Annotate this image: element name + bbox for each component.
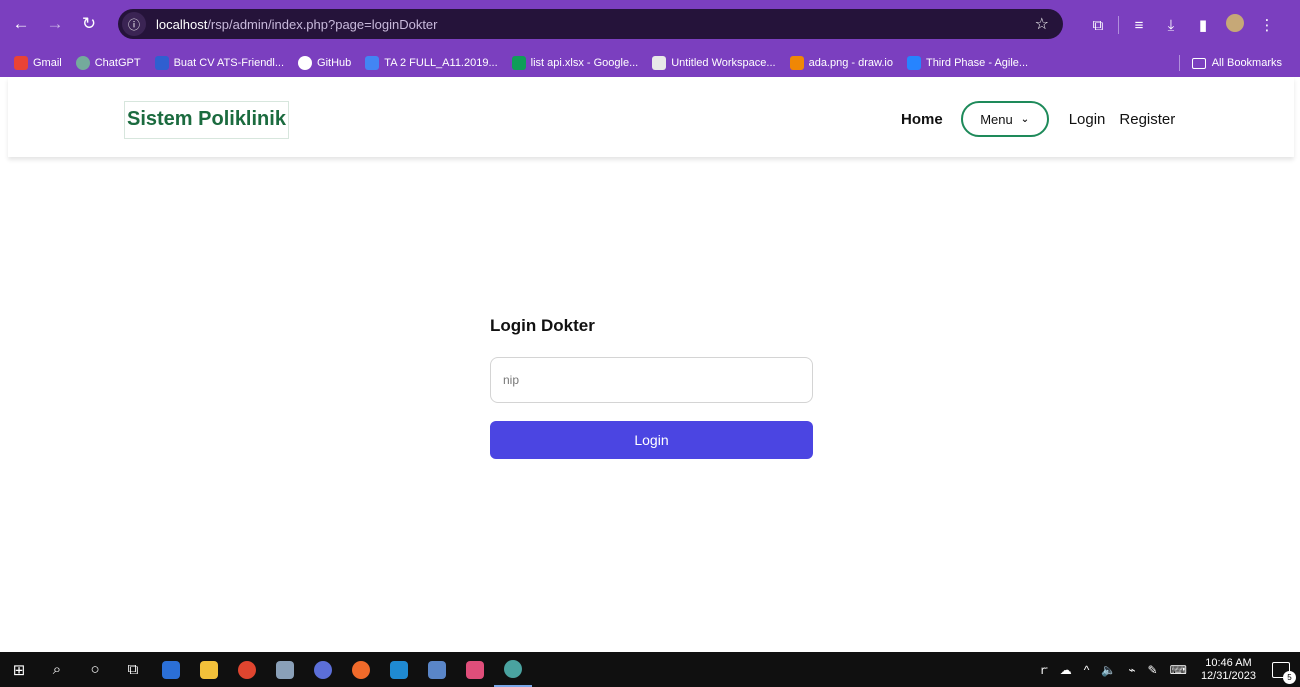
people-icon[interactable]: ꭈ (1041, 661, 1048, 678)
site-info-icon[interactable]: ⓘ (122, 12, 146, 36)
folder-icon (1191, 57, 1206, 69)
browser-chrome: ← → ↻ ⓘ localhost/rsp/admin/index.php?pa… (0, 0, 1300, 77)
bookmark-drawio[interactable]: ada.png - draw.io (789, 55, 893, 70)
search-icon[interactable]: ⌕ (38, 652, 76, 687)
app-icon-3[interactable] (304, 652, 342, 687)
os-taskbar: ⊞ ⌕ ○ ⧉ ꭈ ☁ ^ 🔈 ⌁ ✎ ⌨ 10:46 AM 12/31/202… (0, 652, 1300, 687)
toolbar-divider (1118, 16, 1119, 34)
toolbar-actions: ⧉ ≡ ⤓ ▮ ⋮ (1082, 14, 1283, 36)
bookmark-github[interactable]: GitHub (298, 55, 351, 70)
page-title: Login Dokter (490, 316, 595, 335)
chevron-up-icon[interactable]: ^ (1084, 663, 1090, 677)
nav-register-link[interactable]: Register (1119, 111, 1175, 128)
gmail-icon (14, 55, 28, 70)
google-sheets-icon (511, 55, 526, 70)
chrome-active-icon[interactable] (494, 652, 532, 687)
menu-label: Menu (980, 111, 1013, 127)
volume-icon[interactable]: 🔈 (1101, 663, 1116, 677)
bookmark-buat-cv[interactable]: Buat CV ATS-Friendl... (154, 55, 284, 70)
jira-icon (906, 55, 921, 70)
network-icon[interactable]: ⌁ (1128, 663, 1135, 677)
reading-list-icon[interactable]: ≡ (1123, 17, 1155, 34)
bookmark-untitled-workspace[interactable]: Untitled Workspace... (652, 55, 776, 70)
bookmarks-divider (1178, 55, 1180, 71)
bookmarks-bar: Gmail ChatGPT Buat CV ATS-Friendl... Git… (0, 48, 1300, 77)
weather-icon[interactable]: ☁ (1060, 663, 1072, 677)
github-icon (298, 55, 313, 70)
workspace-icon (652, 55, 667, 70)
cortana-icon[interactable]: ○ (76, 652, 114, 687)
site-header: Sistem Poliklinik Home Menu ⌄ Login Regi… (8, 77, 1294, 157)
chrome-icon[interactable] (228, 652, 266, 687)
nav-login-link[interactable]: Login (1069, 111, 1106, 128)
bookmark-star-icon[interactable]: ☆ (1035, 14, 1049, 34)
windows-start-icon[interactable]: ⊞ (0, 652, 38, 687)
extensions-icon[interactable]: ⧉ (1082, 17, 1114, 34)
browser-menu-icon[interactable]: ⋮ (1251, 16, 1283, 34)
app-icon-5[interactable] (418, 652, 456, 687)
url-text[interactable]: localhost/rsp/admin/index.php?page=login… (156, 17, 438, 32)
keyboard-icon[interactable]: ⌨ (1170, 663, 1187, 677)
chatgpt-icon (75, 55, 90, 70)
nip-input[interactable] (490, 357, 813, 403)
reload-icon[interactable]: ↻ (76, 14, 102, 34)
google-docs-icon (365, 55, 380, 70)
bookmark-gmail[interactable]: Gmail (14, 55, 62, 70)
menu-dropdown-button[interactable]: Menu ⌄ (960, 101, 1049, 137)
forward-icon[interactable]: → (42, 14, 68, 34)
bookmark-chatgpt[interactable]: ChatGPT (75, 55, 141, 70)
app-icon-1[interactable] (152, 652, 190, 687)
bookmark-ta2[interactable]: TA 2 FULL_A11.2019... (365, 55, 498, 70)
browser-toolbar: ← → ↻ ⓘ localhost/rsp/admin/index.php?pa… (0, 0, 1300, 48)
side-panel-icon[interactable]: ▮ (1187, 16, 1219, 34)
main-nav: Home Menu ⌄ Login Register (901, 101, 1189, 137)
file-explorer-icon[interactable] (190, 652, 228, 687)
chevron-down-icon: ⌄ (1020, 113, 1030, 125)
site-brand[interactable]: Sistem Poliklinik (124, 101, 289, 139)
notification-count: 5 (1283, 670, 1296, 684)
system-tray: ꭈ ☁ ^ 🔈 ⌁ ✎ ⌨ 10:46 AM 12/31/2023 5 (1029, 652, 1296, 687)
all-bookmarks[interactable]: All Bookmarks (1178, 55, 1282, 71)
address-bar[interactable]: ⓘ localhost/rsp/admin/index.php?page=log… (118, 9, 1063, 39)
vscode-icon[interactable] (380, 652, 418, 687)
cv-site-icon (154, 55, 169, 70)
download-icon[interactable]: ⤓ (1155, 17, 1187, 34)
app-icon-4[interactable] (342, 652, 380, 687)
notification-icon[interactable]: 5 (1272, 661, 1296, 684)
bookmark-third-phase[interactable]: Third Phase - Agile... (906, 55, 1028, 70)
back-icon[interactable]: ← (8, 14, 34, 34)
clock[interactable]: 10:46 AM 12/31/2023 (1201, 657, 1256, 683)
task-view-icon[interactable]: ⧉ (114, 652, 152, 687)
bookmark-list-api[interactable]: list api.xlsx - Google... (511, 55, 638, 70)
login-submit-button[interactable]: Login (490, 421, 813, 459)
pen-icon[interactable]: ✎ (1148, 663, 1158, 677)
app-icon-6[interactable] (456, 652, 494, 687)
nav-home-link[interactable]: Home (901, 111, 943, 128)
profile-avatar[interactable] (1219, 14, 1251, 36)
drawio-icon (789, 55, 804, 70)
app-icon-2[interactable] (266, 652, 304, 687)
